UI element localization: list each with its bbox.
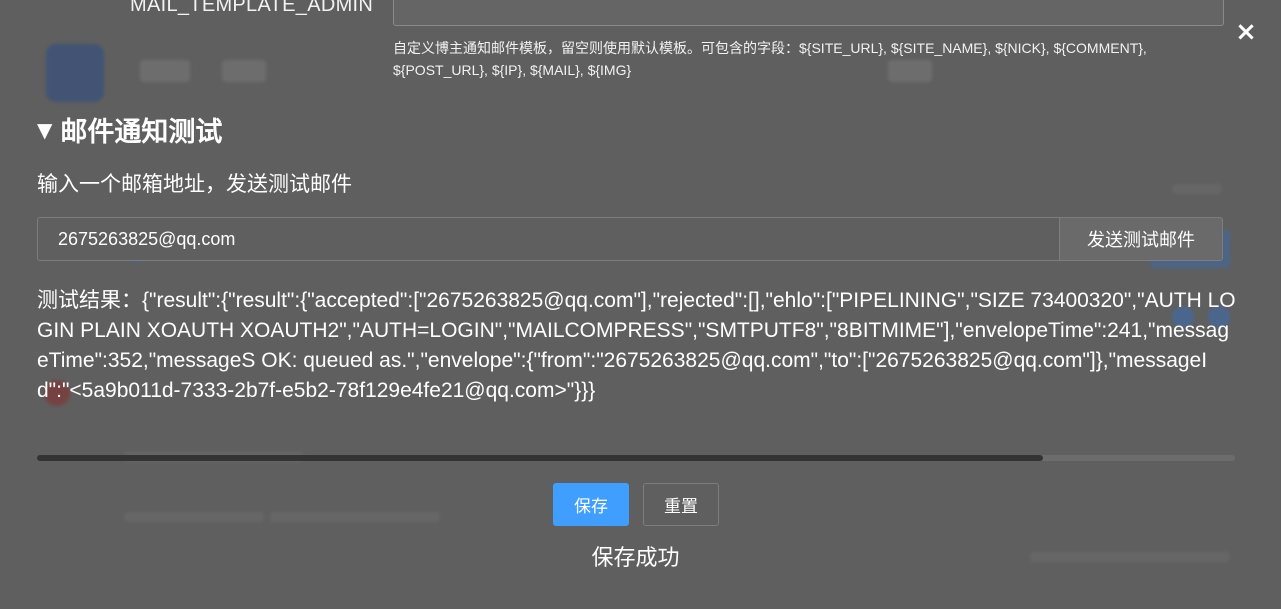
horizontal-scrollbar[interactable]: [37, 455, 1235, 461]
section-header-mail-test[interactable]: ▼ 邮件通知测试: [37, 110, 222, 149]
test-instruction: 输入一个邮箱地址，发送测试邮件: [37, 173, 352, 196]
close-icon[interactable]: ×: [1234, 18, 1258, 46]
send-test-mail-button[interactable]: 发送测试邮件: [1059, 217, 1223, 261]
section-title: 邮件通知测试: [60, 117, 223, 147]
scrollbar-thumb[interactable]: [37, 455, 1044, 461]
test-result-text: 测试结果：{"result":{"result":{"accepted":["2…: [37, 289, 1236, 402]
template-label: MAIL_TEMPLATE_ADMIN: [130, 0, 374, 16]
settings-overlay: MAIL_TEMPLATE_ADMIN 自定义博主通知邮件模板，留空则使用默认模…: [0, 0, 1281, 609]
reset-button[interactable]: 重置: [643, 483, 719, 526]
template-input[interactable]: [393, 0, 1224, 26]
email-test-row: 发送测试邮件: [37, 217, 1223, 261]
test-email-input[interactable]: [37, 217, 1059, 261]
save-status-message: 保存成功: [591, 545, 680, 570]
save-button[interactable]: 保存: [553, 483, 629, 526]
caret-down-icon: ▼: [37, 117, 53, 142]
template-help-text: 自定义博主通知邮件模板，留空则使用默认模板。可包含的字段：${SITE_URL}…: [393, 40, 1147, 78]
